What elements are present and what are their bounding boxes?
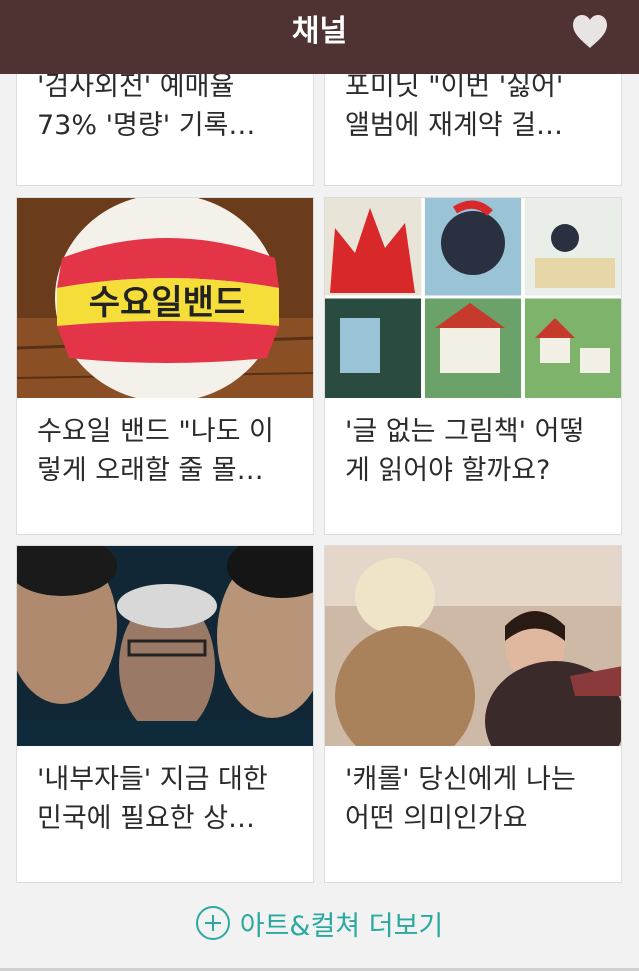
movie-still-image <box>325 546 621 746</box>
article-title: '캐롤' 당신에게 나는 어떤 의미인가요 <box>345 764 576 834</box>
article-card[interactable]: '내부자들' 지금 대한 민국에 필요한 상… <box>16 545 314 883</box>
article-title: '내부자들' 지금 대한 민국에 필요한 상… <box>37 764 268 834</box>
plus-circle-icon <box>195 906 230 940</box>
article-card[interactable]: '글 없는 그림책' 어떻 게 읽어야 할까요? <box>324 197 622 535</box>
channel-page: '검사외전' 예매율 73% '명량' 기록… 포미닛 "이번 '싫어' 앨범에… <box>0 0 639 971</box>
volleyball-image: 수요일밴드 <box>17 198 313 398</box>
article-thumbnail: 수요일밴드 <box>17 198 313 398</box>
article-card[interactable]: '캐롤' 당신에게 나는 어떤 의미인가요 <box>324 545 622 883</box>
ball-text: 수요일밴드 <box>89 283 245 323</box>
article-title: 포미닛 "이번 '싫어' 앨범에 재계약 걸… <box>345 71 564 141</box>
picture-book-image <box>325 198 621 398</box>
page-title: 채널 <box>291 14 348 49</box>
movie-poster-image <box>17 546 313 746</box>
article-thumbnail <box>17 546 313 746</box>
article-thumbnail <box>325 546 621 746</box>
heart-icon[interactable] <box>571 14 609 50</box>
article-title: '검사외전' 예매율 73% '명량' 기록… <box>37 71 256 141</box>
article-thumbnail <box>325 198 621 398</box>
more-label: 아트&컬쳐 더보기 <box>239 910 444 942</box>
article-title: '글 없는 그림책' 어떻 게 읽어야 할까요? <box>345 416 585 486</box>
more-link[interactable]: 아트&컬쳐 더보기 <box>0 893 639 953</box>
top-bar: 채널 <box>0 0 639 74</box>
article-card[interactable]: 수요일밴드 수요일 밴드 "나도 이 렇게 오래할 줄 몰… <box>16 197 314 535</box>
article-title: 수요일 밴드 "나도 이 렇게 오래할 줄 몰… <box>37 416 274 486</box>
